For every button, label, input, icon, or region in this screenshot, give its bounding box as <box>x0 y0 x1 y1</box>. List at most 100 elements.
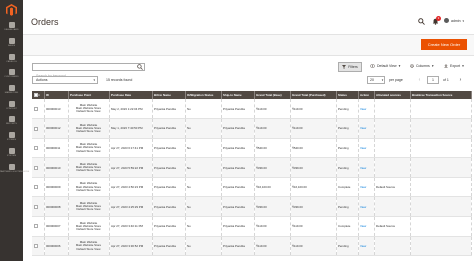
row-checkbox[interactable] <box>33 185 38 190</box>
view-order-link[interactable]: View <box>360 244 366 248</box>
ship-to-name: Priyanka Pandita <box>221 118 255 139</box>
column-header[interactable]: Grand Total (Base) <box>254 91 291 99</box>
table-row[interactable]: 000000008 Main Website Main Website Store… <box>32 196 472 218</box>
ozb-status: No <box>185 138 222 159</box>
table-row[interactable]: 000000009 Main Website Main Website Store… <box>32 177 472 198</box>
purchase-date: Apr 27, 2023 4:25:29 PM <box>109 196 153 218</box>
mass-select-header[interactable]: ▾ <box>32 91 45 99</box>
view-order-link[interactable]: View <box>360 224 366 228</box>
view-order-link[interactable]: View <box>360 146 366 150</box>
bill-to-name: Priyanka Pandita <box>152 157 186 178</box>
row-checkbox[interactable] <box>33 224 38 229</box>
order-id: 000000007 <box>44 216 69 237</box>
sidebar-item-label: Customers <box>4 76 19 79</box>
user-menu[interactable]: admin ▾ <box>444 18 464 23</box>
view-switcher[interactable]: Default View ▾ <box>370 64 400 68</box>
table-row[interactable]: 000000006 Main Website Main Website Store… <box>32 236 472 257</box>
column-header[interactable]: ID <box>44 91 69 99</box>
sidebar-item-catalog[interactable]: Catalog <box>0 50 23 66</box>
columns-control[interactable]: Columns ▾ <box>410 64 434 68</box>
column-header[interactable]: Action <box>358 91 375 99</box>
column-header[interactable]: Grand Total (Purchased) <box>290 91 337 99</box>
column-header[interactable]: OZBigration Status <box>185 91 222 99</box>
export-label: Export <box>450 64 461 68</box>
search-icon[interactable] <box>418 18 425 25</box>
sidebar-item-marketing[interactable]: Marketing <box>0 82 23 98</box>
column-header[interactable]: Bill-to Name <box>152 91 186 99</box>
order-status: Pending <box>336 99 359 120</box>
purchase-point: Main Website Main Website Store Default … <box>68 157 110 178</box>
view-link[interactable]: View <box>358 196 375 218</box>
view-link[interactable]: View <box>358 138 375 159</box>
ozb-status: No <box>185 196 222 218</box>
next-page-button[interactable]: › <box>457 76 464 84</box>
view-order-link[interactable]: View <box>360 126 366 130</box>
table-row[interactable]: 000000012 Main Website Main Website Store… <box>32 118 472 139</box>
column-header[interactable]: Purchase Date <box>109 91 153 99</box>
row-select-cell <box>32 236 45 257</box>
ozb-status: No <box>185 216 222 237</box>
ozb-status: No <box>185 177 222 198</box>
sidebar-item-label: Stores <box>6 139 17 142</box>
sidebar-item-find-partners-extensions[interactable]: Find Partners & Extensions <box>0 160 29 176</box>
view-link[interactable]: View <box>358 236 375 257</box>
view-order-link[interactable]: View <box>360 107 366 111</box>
export-control[interactable]: Export ▾ <box>444 64 464 68</box>
column-header[interactable]: Allocated sources <box>374 91 411 99</box>
filters-button[interactable]: Filters <box>338 62 362 72</box>
table-row[interactable]: 000000007 Main Website Main Website Store… <box>32 216 472 237</box>
view-order-link[interactable]: View <box>360 205 366 209</box>
row-select-cell <box>32 177 45 198</box>
ozb-status: No <box>185 99 222 120</box>
column-header[interactable]: Ship-to Name <box>221 91 255 99</box>
chevron-down-icon: ▾ <box>462 18 465 23</box>
view-link[interactable]: View <box>358 216 375 237</box>
sidebar-item-reports[interactable]: Reports <box>0 113 23 129</box>
chevron-down-icon[interactable]: ▾ <box>380 76 385 84</box>
sidebar-item-content[interactable]: Content <box>0 97 23 113</box>
grand-total-purchased: ₹540.00 <box>290 138 337 159</box>
mass-actions-select[interactable]: Actions ▾ <box>32 76 98 84</box>
row-checkbox[interactable] <box>33 146 38 151</box>
select-all-checkbox[interactable] <box>33 93 38 98</box>
row-checkbox[interactable] <box>33 244 38 249</box>
keyword-search-field[interactable] <box>32 63 145 79</box>
view-link[interactable]: View <box>358 157 375 178</box>
column-header[interactable]: Braintree Transaction Source <box>410 91 472 99</box>
grand-total-base: ₹339.00 <box>254 157 291 178</box>
table-row[interactable]: 000000013 Main Website Main Website Store… <box>32 99 472 120</box>
create-new-order-button[interactable]: Create New Order <box>421 39 467 50</box>
sidebar-item-customers[interactable]: Customers <box>0 66 23 82</box>
table-row[interactable]: 000000010 Main Website Main Website Store… <box>32 157 472 178</box>
sidebar-item-dashboard[interactable]: Dashboard <box>0 19 23 35</box>
table-row[interactable]: 000000011 Main Website Main Website Store… <box>32 138 472 159</box>
column-header[interactable]: Purchase Point <box>68 91 110 99</box>
view-order-link[interactable]: View <box>360 166 366 170</box>
row-checkbox[interactable] <box>33 204 38 209</box>
page-number-input[interactable]: 1 <box>427 76 439 84</box>
sidebar-item-sales[interactable]: Sales <box>0 35 23 51</box>
filters-label: Filters <box>348 65 358 69</box>
sidebar-item-label: Catalog <box>6 60 17 63</box>
view-link[interactable]: View <box>358 118 375 139</box>
allocated-sources <box>374 118 411 139</box>
view-link[interactable]: View <box>358 177 375 198</box>
view-link[interactable]: View <box>358 99 375 120</box>
chevron-down-icon[interactable]: ▾ <box>38 94 39 97</box>
orders-grid: ▾ ID Purchase Point Purchase Date Bill-to N… <box>32 91 472 257</box>
row-checkbox[interactable] <box>33 106 38 111</box>
order-id: 000000013 <box>44 99 69 120</box>
row-checkbox[interactable] <box>33 165 38 170</box>
braintree-source <box>410 118 472 139</box>
mass-actions-label: Actions <box>36 78 48 82</box>
column-header[interactable]: Status <box>336 91 359 99</box>
sidebar-item-system[interactable]: System <box>0 145 23 161</box>
purchase-date: May 2, 2023 1:22:04 PM <box>109 99 153 120</box>
previous-page-button[interactable]: ‹ <box>416 76 423 84</box>
view-order-link[interactable]: View <box>360 185 366 189</box>
sidebar-item-stores[interactable]: Stores <box>0 129 23 145</box>
search-submit-icon[interactable] <box>137 64 143 70</box>
row-checkbox[interactable] <box>33 126 38 131</box>
purchase-point: Main Website Main Website Store Default … <box>68 236 110 257</box>
magento-logo[interactable] <box>0 0 23 19</box>
